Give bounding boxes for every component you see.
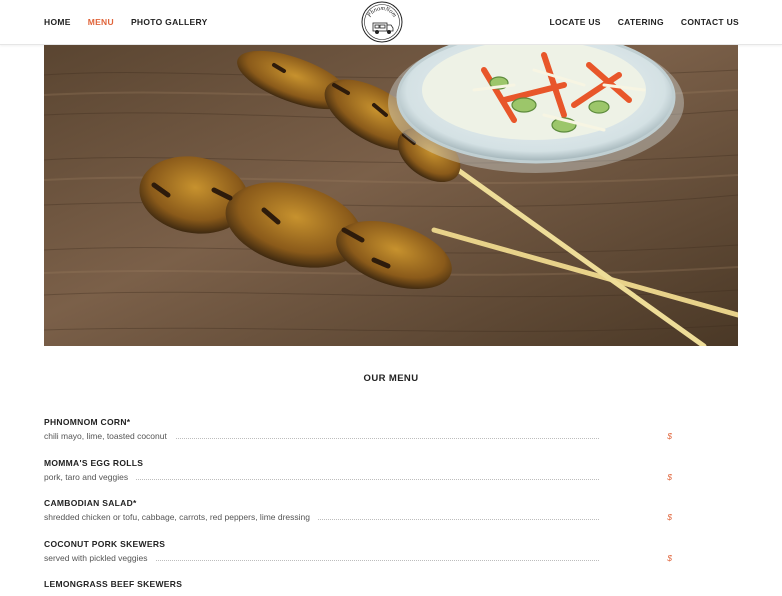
hero-food-photo [44, 45, 738, 346]
nav-home-link[interactable]: HOME [44, 17, 71, 27]
menu-item-name: MOMMA'S EGG ROLLS [44, 458, 144, 468]
menu-item: COCONUT PORK SKEWERS served with pickled… [44, 539, 674, 569]
menu-item-row: pork, taro and veggies $ [44, 472, 674, 484]
site-logo[interactable]: PhnomNom [361, 1, 403, 43]
menu-item: CAMBODIAN SALAD* shredded chicken or tof… [44, 498, 674, 528]
nav-locate-us-link[interactable]: LOCATE US [550, 17, 601, 27]
nav-contact-us-link[interactable]: CONTACT US [681, 17, 739, 27]
site-header: HOME MENU PHOTO GALLERY PhnomNom LOCATE … [0, 0, 782, 45]
nav-menu-link[interactable]: MENU [88, 17, 114, 27]
menu-item-description: pork, taro and veggies [44, 472, 137, 482]
page: HOME MENU PHOTO GALLERY PhnomNom LOCATE … [0, 0, 782, 596]
nav-left: HOME MENU PHOTO GALLERY [44, 0, 208, 44]
dot-leader [152, 560, 599, 561]
menu-item-price: $ [667, 512, 672, 522]
menu-item-row: served with pickled veggies $ [44, 553, 674, 565]
menu-heading: OUR MENU [363, 373, 419, 384]
menu-item-name: COCONUT PORK SKEWERS [44, 539, 166, 549]
menu-item-row: chili mayo, lime, toasted coconut $ [44, 431, 674, 443]
dot-leader [309, 519, 599, 520]
menu-item: PHNOMNOM CORN* chili mayo, lime, toasted… [44, 417, 674, 447]
menu-item-description: served with pickled veggies [44, 553, 156, 563]
menu-item-name: PHNOMNOM CORN* [44, 417, 131, 427]
menu-item-price: $ [667, 553, 672, 563]
menu-item: LEMONGRASS BEEF SKEWERS [44, 579, 674, 596]
menu-item-description: chili mayo, lime, toasted coconut [44, 431, 175, 441]
nav-catering-link[interactable]: CATERING [618, 17, 664, 27]
nav-right: LOCATE US CATERING CONTACT US [550, 0, 739, 44]
nav-photo-gallery-link[interactable]: PHOTO GALLERY [131, 17, 208, 27]
menu-item-price: $ [667, 472, 672, 482]
dot-leader [134, 479, 599, 480]
menu-item-name: CAMBODIAN SALAD* [44, 498, 137, 508]
menu-item-name: LEMONGRASS BEEF SKEWERS [44, 579, 183, 589]
menu-item-row: shredded chicken or tofu, cabbage, carro… [44, 512, 674, 524]
dot-leader [169, 438, 599, 439]
menu-item-price: $ [667, 431, 672, 441]
menu-item: MOMMA'S EGG ROLLS pork, taro and veggies… [44, 458, 674, 488]
menu-item-description: shredded chicken or tofu, cabbage, carro… [44, 512, 319, 522]
hero-image [44, 45, 738, 346]
